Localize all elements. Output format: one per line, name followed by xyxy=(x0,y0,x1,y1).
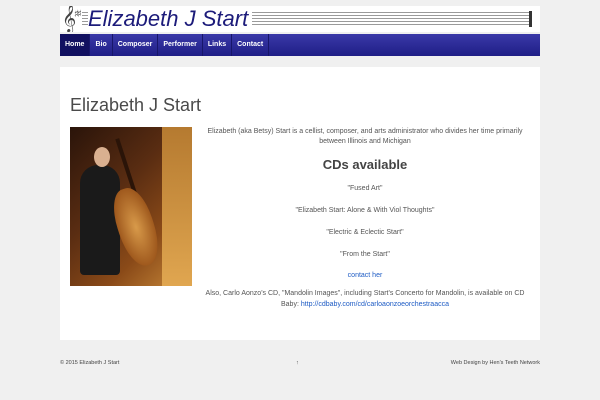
nav-home[interactable]: Home xyxy=(60,34,91,56)
nav-links[interactable]: Links xyxy=(203,34,233,56)
staff-barline xyxy=(529,11,532,27)
contact-paragraph: contact her xyxy=(198,272,532,279)
photo-face xyxy=(94,147,110,167)
nav-contact[interactable]: Contact xyxy=(232,34,270,56)
cd-item: "Fused Art" xyxy=(347,185,383,192)
nav-composer[interactable]: Composer xyxy=(113,34,159,56)
cds-heading: CDs available xyxy=(322,157,408,172)
back-to-top-icon[interactable]: ↑ xyxy=(296,360,299,366)
cd-item: "Electric & Eclectic Start" xyxy=(326,229,404,236)
intro-section: Elizabeth (aka Betsy) Start is a cellist… xyxy=(198,127,532,310)
nav-bio[interactable]: Bio xyxy=(90,34,113,56)
site-footer: © 2015 Elizabeth J Start ↑ Web Design by… xyxy=(60,360,540,370)
contact-link[interactable]: contact her xyxy=(348,272,383,279)
photo-person xyxy=(80,165,120,275)
page-title: Elizabeth J Start xyxy=(70,95,202,115)
photo-wall xyxy=(162,127,192,286)
cdbaby-link[interactable]: http://cdbaby.com/cd/carloaonzoeorchestr… xyxy=(301,301,449,308)
credit-text: Web Design by Hen's Teeth Network xyxy=(450,360,540,366)
nav-performer[interactable]: Performer xyxy=(158,34,203,56)
sharps-icon: ♯♯ xyxy=(74,9,82,20)
also-paragraph: Also, Carlo Aonzo's CD, "Mandolin Images… xyxy=(198,288,532,310)
cd-item: "Elizabeth Start: Alone & With Viol Thou… xyxy=(295,207,435,214)
cellist-photo xyxy=(70,127,192,286)
main-content: Elizabeth J Start Elizabeth (aka Betsy) … xyxy=(60,67,540,340)
site-header: 𝄞 ♯♯ Elizabeth J Start xyxy=(60,6,540,32)
copyright-text: © 2015 Elizabeth J Start xyxy=(60,360,120,366)
intro-text: Elizabeth (aka Betsy) Start is a cellist… xyxy=(207,128,523,145)
main-nav: Home Bio Composer Performer Links Contac… xyxy=(60,34,540,56)
site-title[interactable]: Elizabeth J Start xyxy=(88,6,253,32)
cd-item: "From the Start" xyxy=(340,251,390,258)
